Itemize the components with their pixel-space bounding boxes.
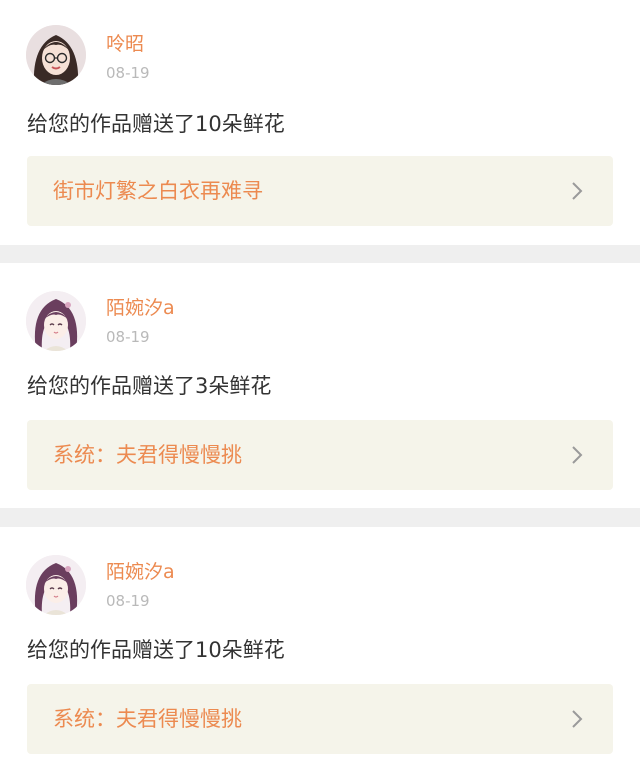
work-title: 系统：夫君得慢慢挑 [53,707,242,731]
chevron-right-icon [572,710,583,728]
gift-message: 给您的作品赠送了10朵鲜花 [27,112,285,136]
notification-feed: 呤昭 08-19 给您的作品赠送了10朵鲜花 街市灯繁之白衣再难寻 陌婉汐a 0… [0,0,640,777]
work-link[interactable]: 系统：夫君得慢慢挑 [27,420,613,490]
user-avatar[interactable] [26,291,86,351]
timestamp: 08-19 [106,328,150,346]
avatar-anime-girl-icon [26,291,86,351]
user-avatar[interactable] [26,555,86,615]
notification-card: 呤昭 08-19 给您的作品赠送了10朵鲜花 街市灯繁之白衣再难寻 [0,0,640,245]
work-link[interactable]: 系统：夫君得慢慢挑 [27,684,613,754]
avatar-anime-girl-icon [26,555,86,615]
notification-card: 陌婉汐a 08-19 给您的作品赠送了10朵鲜花 系统：夫君得慢慢挑 [0,527,640,777]
username[interactable]: 陌婉汐a [106,560,175,584]
avatar-girl-icon [26,25,86,85]
username[interactable]: 呤昭 [106,32,144,56]
work-title: 街市灯繁之白衣再难寻 [53,179,263,203]
chevron-right-icon [572,182,583,200]
gift-message: 给您的作品赠送了10朵鲜花 [27,638,285,662]
work-link[interactable]: 街市灯繁之白衣再难寻 [27,156,613,226]
work-title: 系统：夫君得慢慢挑 [53,443,242,467]
user-avatar[interactable] [26,25,86,85]
timestamp: 08-19 [106,592,150,610]
notification-card: 陌婉汐a 08-19 给您的作品赠送了3朵鲜花 系统：夫君得慢慢挑 [0,263,640,508]
timestamp: 08-19 [106,64,150,82]
username[interactable]: 陌婉汐a [106,296,175,320]
chevron-right-icon [572,446,583,464]
gift-message: 给您的作品赠送了3朵鲜花 [27,374,272,398]
